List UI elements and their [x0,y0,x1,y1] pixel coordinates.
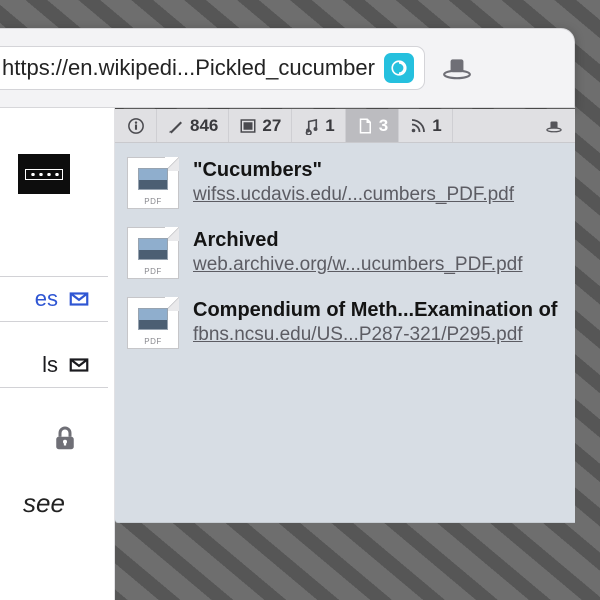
document-meta: "Cucumbers" wifss.ucdavis.edu/...cumbers… [193,157,563,206]
documents-panel: PDF "Cucumbers" wifss.ucdavis.edu/...cum… [115,143,575,523]
magic-hat-button[interactable] [435,49,479,87]
info-button[interactable] [115,109,157,142]
browser-window-top: https://en.wikipedi...Pickled_cucumber [0,28,575,108]
pdf-thumbnail: PDF [127,157,179,209]
images-tab[interactable]: 27 [229,109,292,142]
images-count: 27 [262,116,281,136]
rss-icon [409,117,427,135]
sidebar-item-b[interactable]: ls [0,342,108,388]
links-tab[interactable]: 846 [157,109,229,142]
address-url-text: https://en.wikipedi...Pickled_cucumber [2,46,376,90]
envelope-chevron-icon [68,354,90,376]
documents-count: 3 [379,116,388,136]
link-pen-icon [167,117,185,135]
reader-icon [390,59,408,77]
document-item[interactable]: PDF "Cucumbers" wifss.ucdavis.edu/...cum… [115,143,575,217]
sidebar-item-label: ls [42,352,58,378]
document-item[interactable]: PDF Compendium of Meth...Examination of … [115,287,575,357]
toolbar-magic-hat-button[interactable] [533,109,575,142]
document-url[interactable]: wifss.ucdavis.edu/...cumbers_PDF.pdf [193,184,563,206]
document-url[interactable]: web.archive.org/w...ucumbers_PDF.pdf [193,254,563,276]
document-title: Compendium of Meth...Examination of [193,299,563,322]
account-lock-icon [50,423,80,453]
document-title: Archived [193,229,563,252]
magic-hat-icon [442,56,472,80]
document-icon [356,117,374,135]
address-bar-wrap: https://en.wikipedi...Pickled_cucumber [0,46,479,90]
audio-tab[interactable]: 1 [292,109,345,142]
document-title: "Cucumbers" [193,159,563,182]
pdf-thumbnail: PDF [127,297,179,349]
reader-mode-badge[interactable] [384,53,414,83]
image-icon [239,117,257,135]
pdf-thumbnail: PDF [127,227,179,279]
pdf-badge: PDF [144,197,162,208]
music-icon [302,117,320,135]
resource-toolbar: 846 27 1 3 1 [115,109,575,143]
audio-count: 1 [325,116,334,136]
document-meta: Archived web.archive.org/w...ucumbers_PD… [193,227,563,276]
address-bar[interactable]: https://en.wikipedi...Pickled_cucumber [0,46,425,90]
document-meta: Compendium of Meth...Examination of fbns… [193,297,563,346]
qr-like-graphic [18,154,70,194]
sidebar-italic-text: see [0,488,108,519]
envelope-chevron-icon [68,288,90,310]
sidebar-item-label: es [35,286,58,312]
document-url[interactable]: fbns.ncsu.edu/US...P287-321/P295.pdf [193,324,563,346]
info-icon [127,117,145,135]
sidebar-item-a[interactable]: es [0,276,108,322]
links-count: 846 [190,116,218,136]
magic-hat-icon [545,117,563,135]
feeds-tab[interactable]: 1 [399,109,452,142]
documents-tab[interactable]: 3 [346,109,399,142]
pdf-badge: PDF [144,337,162,348]
document-item[interactable]: PDF Archived web.archive.org/w...ucumber… [115,217,575,287]
toolbar-spacer [453,109,533,142]
feeds-count: 1 [432,116,441,136]
pdf-badge: PDF [144,267,162,278]
page-sidebar-fragment: es ls see [0,108,115,600]
login-indicator[interactable] [0,408,108,468]
